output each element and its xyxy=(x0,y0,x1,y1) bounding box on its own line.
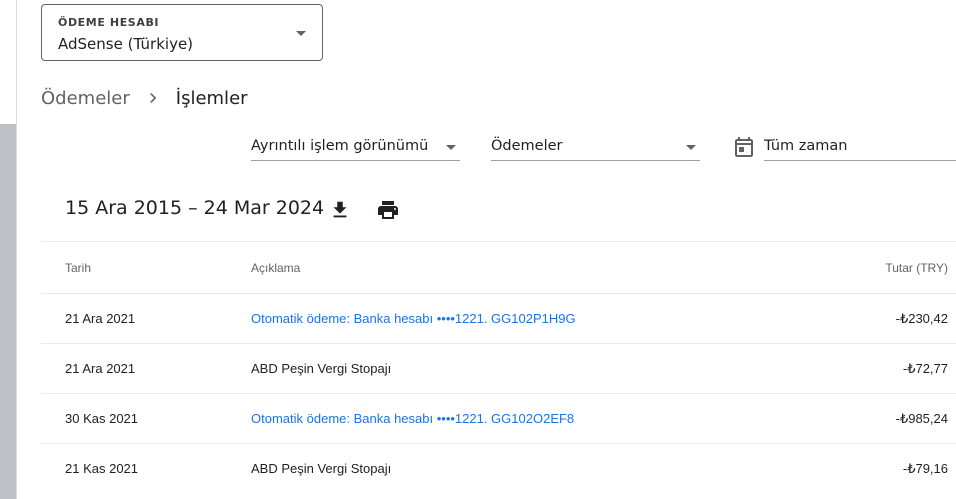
row-date: 21 Ara 2021 xyxy=(65,361,136,376)
table-header-row: Tarih Açıklama Tutar (TRY) xyxy=(41,241,956,293)
table-row: 21 Ara 2021 ABD Peşin Vergi Stopajı -₺72… xyxy=(41,343,956,393)
left-rail xyxy=(0,0,17,499)
table-row: 21 Kas 2021 ABD Peşin Vergi Stopajı -₺79… xyxy=(41,443,956,493)
column-header-description: Açıklama xyxy=(251,260,301,275)
transaction-detail-link[interactable]: Otomatik ödeme: Banka hesabı ••••1221. G… xyxy=(251,311,576,326)
date-range-title: 15 Ara 2015 – 24 Mar 2024 xyxy=(65,197,325,219)
arrow-drop-down-icon xyxy=(296,31,306,36)
calendar-icon[interactable] xyxy=(732,135,756,159)
print-icon xyxy=(378,201,398,219)
row-description: Otomatik ödeme: Banka hesabı ••••1221. G… xyxy=(251,294,576,343)
table-row: 30 Kas 2021 Otomatik ödeme: Banka hesabı… xyxy=(41,393,956,443)
chevron-right-icon xyxy=(139,86,167,110)
row-description: ABD Peşin Vergi Stopajı xyxy=(251,461,392,476)
transaction-view-value: Ayrıntılı işlem görünümü xyxy=(251,138,429,154)
scrollbar-thumb[interactable] xyxy=(0,124,16,499)
row-description: ABD Peşin Vergi Stopajı xyxy=(251,361,392,376)
table-row: 21 Ara 2021 Otomatik ödeme: Banka hesabı… xyxy=(41,293,956,343)
row-amount: -₺79,16 xyxy=(902,460,948,476)
breadcrumb: Ödemeler İşlemler xyxy=(41,86,248,110)
column-header-amount: Tutar (TRY) xyxy=(885,260,948,275)
row-amount: -₺985,24 xyxy=(895,410,948,426)
payment-account-select[interactable]: ÖDEME HESABI AdSense (Türkiye) xyxy=(41,4,323,61)
row-description: Otomatik ödeme: Banka hesabı ••••1221. G… xyxy=(251,394,574,443)
transaction-type-select[interactable]: Ödemeler xyxy=(491,133,700,161)
date-range-value: Tüm zaman xyxy=(764,138,848,154)
transaction-view-select[interactable]: Ayrıntılı işlem görünümü xyxy=(251,133,460,161)
column-header-date[interactable]: Tarih xyxy=(65,242,91,293)
row-date: 30 Kas 2021 xyxy=(65,411,139,426)
transaction-type-value: Ödemeler xyxy=(491,138,563,154)
transactions-table: Tarih Açıklama Tutar (TRY) 21 Ara 2021 O… xyxy=(41,241,956,493)
row-amount: -₺230,42 xyxy=(895,310,948,326)
download-button[interactable] xyxy=(326,196,354,224)
breadcrumb-current: İşlemler xyxy=(175,87,248,109)
arrow-drop-down-icon xyxy=(446,145,456,150)
row-amount: -₺72,77 xyxy=(902,360,948,376)
date-range-select[interactable]: Tüm zaman xyxy=(764,133,956,161)
row-date: 21 Kas 2021 xyxy=(65,461,139,476)
arrow-drop-down-icon xyxy=(686,145,696,150)
transaction-detail-link[interactable]: Otomatik ödeme: Banka hesabı ••••1221. G… xyxy=(251,411,574,426)
breadcrumb-payments-link[interactable]: Ödemeler xyxy=(41,88,130,109)
download-icon xyxy=(333,201,347,218)
row-date: 21 Ara 2021 xyxy=(65,311,136,326)
payment-account-label: ÖDEME HESABI xyxy=(58,16,160,29)
print-button[interactable] xyxy=(374,196,402,224)
payment-account-value: AdSense (Türkiye) xyxy=(58,35,194,53)
